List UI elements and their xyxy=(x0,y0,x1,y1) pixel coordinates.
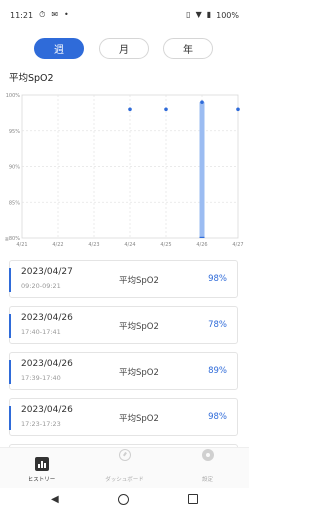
vibrate-icon: ▯ xyxy=(186,10,191,19)
back-icon[interactable]: ◀ xyxy=(51,494,59,505)
record-value: 98% xyxy=(208,412,227,422)
spo2-chart: 100%95%90%85%≦80%4/21 4/22 4/23 4/24 4/25 4/2… xyxy=(5,93,244,248)
record-card[interactable]: 2023/04/26 17:39-17:40 平均SpO2 89% xyxy=(9,352,238,390)
x-tick-label: 4/27 xyxy=(232,242,243,248)
record-card[interactable]: 2023/04/27 09:20-09:21 平均SpO2 98% xyxy=(9,260,238,298)
record-date: 2023/04/26 xyxy=(21,405,73,415)
timer-icon: ⏱ xyxy=(39,10,46,19)
gmail-icon: ✉ xyxy=(51,10,59,19)
nav-history-label: ヒストリー xyxy=(27,477,56,483)
data-point xyxy=(128,107,132,112)
battery-level: 100% xyxy=(216,10,239,20)
wifi-icon: ▼ xyxy=(195,10,202,19)
record-time: 17:40-17:41 xyxy=(21,328,61,336)
record-accent-bar xyxy=(9,406,11,430)
nav-settings[interactable]: 設定 xyxy=(166,448,249,489)
x-tick-label: 4/26 xyxy=(196,242,207,248)
nav-history[interactable]: ヒストリー xyxy=(0,448,83,489)
data-point xyxy=(200,100,204,104)
tab-week[interactable]: 週 xyxy=(34,38,84,59)
nav-settings-label: 設定 xyxy=(201,477,213,483)
record-time: 17:39-17:40 xyxy=(21,374,61,382)
nav-dashboard[interactable]: ダッシュボード xyxy=(83,448,166,489)
y-tick-label: 90% xyxy=(9,165,20,171)
record-value: 78% xyxy=(208,320,227,330)
record-date: 2023/04/26 xyxy=(21,313,73,323)
record-list: 2023/04/27 09:20-09:21 平均SpO2 98% 2023/0… xyxy=(0,257,249,447)
battery-icon: ▮ xyxy=(206,10,212,19)
record-value: 98% xyxy=(208,274,227,284)
status-bar: 11:21 ⏱ ✉ • ▯ ▼ ▮ 100% xyxy=(0,0,249,30)
y-tick-label: 100% xyxy=(6,93,21,99)
record-date: 2023/04/27 xyxy=(21,267,73,277)
record-value: 89% xyxy=(208,366,227,376)
y-tick-label: 85% xyxy=(9,200,20,206)
system-nav-bar: ◀ xyxy=(0,488,249,512)
section-title: 平均SpO2 xyxy=(9,73,54,84)
x-tick-label: 4/25 xyxy=(160,242,171,248)
range-bar xyxy=(199,102,205,239)
record-accent-bar xyxy=(9,314,11,338)
x-tick-label: 4/23 xyxy=(88,242,99,248)
record-date: 2023/04/26 xyxy=(21,359,73,369)
record-card[interactable]: 2023/04/26 17:23-17:23 平均SpO2 98% xyxy=(9,398,238,436)
dot-icon: • xyxy=(64,10,69,19)
home-icon[interactable] xyxy=(118,494,129,505)
status-time: 11:21 xyxy=(10,10,34,20)
record-label: 平均SpO2 xyxy=(119,322,159,332)
tab-year[interactable]: 年 xyxy=(163,38,213,59)
record-accent-bar xyxy=(9,268,11,292)
data-point xyxy=(164,107,168,112)
tab-month[interactable]: 月 xyxy=(99,38,149,59)
x-tick-label: 4/21 xyxy=(16,242,27,248)
nav-dashboard-label: ダッシュボード xyxy=(105,477,144,483)
recents-icon[interactable] xyxy=(188,494,198,504)
dashboard-icon xyxy=(118,449,131,461)
record-card[interactable]: 2023/04/26 17:40-17:41 平均SpO2 78% xyxy=(9,306,238,344)
period-selector: 週 月 年 xyxy=(0,38,249,60)
record-label: 平均SpO2 xyxy=(119,414,159,424)
record-time: 17:23-17:23 xyxy=(21,420,61,428)
x-tick-label: 4/24 xyxy=(124,242,135,248)
record-time: 09:20-09:21 xyxy=(21,282,61,290)
settings-icon xyxy=(201,449,214,461)
data-point xyxy=(236,107,240,112)
record-label: 平均SpO2 xyxy=(119,276,159,286)
history-icon xyxy=(34,457,49,471)
status-left: 11:21 ⏱ ✉ • xyxy=(10,11,69,20)
record-accent-bar xyxy=(9,360,11,384)
record-label: 平均SpO2 xyxy=(119,368,159,378)
range-bar-min-mark xyxy=(199,236,205,238)
bottom-nav: ヒストリー ダッシュボード 設定 xyxy=(0,447,249,488)
y-tick-label: 95% xyxy=(9,129,20,135)
status-right: ▯ ▼ ▮ 100% xyxy=(186,11,239,20)
x-tick-label: 4/22 xyxy=(52,242,63,248)
